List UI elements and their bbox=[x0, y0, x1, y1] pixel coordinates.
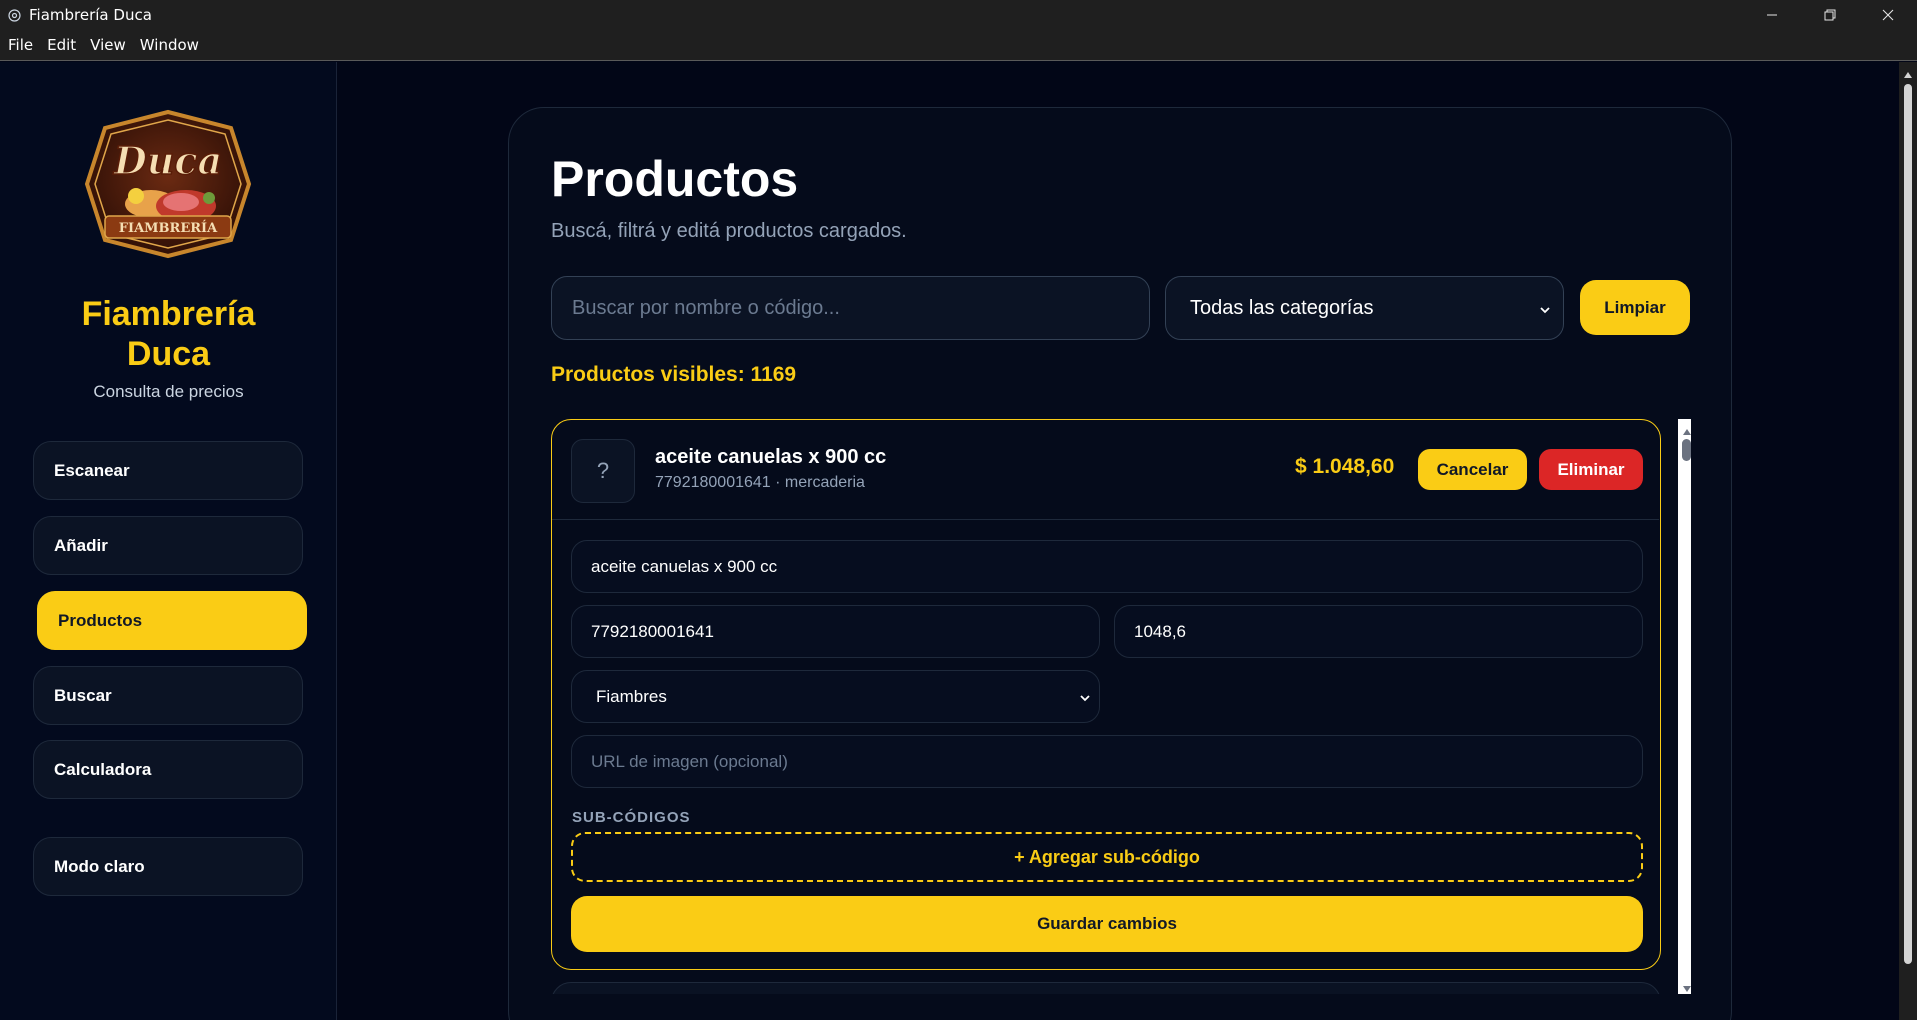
main-area: Productos Buscá, filtrá y editá producto… bbox=[338, 62, 1899, 1020]
product-list: ? aceite canuelas x 900 cc 7792180001641… bbox=[551, 419, 1691, 994]
title-bar: Fiambrería Duca bbox=[0, 0, 1917, 30]
page-title: Productos bbox=[551, 151, 799, 207]
scroll-down-icon[interactable] bbox=[1682, 980, 1691, 994]
name-field[interactable]: aceite canuelas x 900 cc bbox=[571, 540, 1643, 593]
menu-edit[interactable]: Edit bbox=[41, 36, 82, 54]
list-item[interactable] bbox=[551, 982, 1661, 994]
sidebar-item-label: Escanear bbox=[54, 460, 130, 480]
menu-file[interactable]: File bbox=[2, 36, 39, 54]
visible-count: Productos visibles: 1169 bbox=[551, 363, 797, 386]
svg-text:Duca: Duca bbox=[113, 138, 222, 183]
menu-view[interactable]: View bbox=[84, 36, 132, 54]
brand-logo: FIAMBRERÍA Duca bbox=[81, 108, 255, 260]
brand-name-line2: Duca bbox=[126, 335, 211, 373]
brand-subtitle: Consulta de precios bbox=[93, 382, 244, 401]
window-title: Fiambrería Duca bbox=[29, 6, 152, 24]
subcodes-label: SUB-CÓDIGOS bbox=[572, 809, 691, 826]
sidebar-item-label: Productos bbox=[58, 610, 143, 630]
delete-button[interactable]: Eliminar bbox=[1539, 449, 1643, 490]
add-subcode-button[interactable]: + Agregar sub-código bbox=[571, 832, 1643, 882]
product-price: $ 1.048,60 bbox=[1295, 455, 1395, 478]
category-select-value: Todas las categorías bbox=[1190, 296, 1374, 319]
sidebar-item-anadir[interactable]: Añadir bbox=[33, 516, 303, 575]
product-card-editing: ? aceite canuelas x 900 cc 7792180001641… bbox=[551, 419, 1661, 970]
scroll-up-icon[interactable] bbox=[1903, 66, 1913, 84]
window-scrollbar-thumb[interactable] bbox=[1904, 84, 1912, 964]
brand-name: Fiambrería Duca bbox=[0, 294, 337, 374]
page-subtitle: Buscá, filtrá y editá productos cargados… bbox=[551, 220, 907, 242]
product-name: aceite canuelas x 900 cc bbox=[655, 446, 887, 468]
sidebar-item-label: Buscar bbox=[54, 685, 112, 705]
sidebar-item-label: Añadir bbox=[54, 535, 108, 555]
menu-window[interactable]: Window bbox=[134, 36, 205, 54]
image-url-field[interactable]: URL de imagen (opcional) bbox=[571, 735, 1643, 788]
product-header: ? aceite canuelas x 900 cc 7792180001641… bbox=[552, 420, 1659, 520]
price-field[interactable]: 1048,6 bbox=[1114, 605, 1643, 658]
category-field-value: Fiambres bbox=[596, 686, 667, 706]
sidebar-item-buscar[interactable]: Buscar bbox=[33, 666, 303, 725]
category-field[interactable]: Fiambres bbox=[571, 670, 1100, 723]
close-icon[interactable] bbox=[1859, 0, 1917, 30]
sidebar-item-label: Modo claro bbox=[54, 856, 145, 876]
sidebar-item-productos[interactable]: Productos bbox=[37, 591, 307, 650]
sidebar-item-label: Calculadora bbox=[54, 759, 152, 779]
window-scrollbar[interactable] bbox=[1899, 62, 1917, 1020]
chevron-down-icon bbox=[1539, 299, 1551, 322]
products-card: Productos Buscá, filtrá y editá producto… bbox=[508, 107, 1732, 1020]
svg-text:FIAMBRERÍA: FIAMBRERÍA bbox=[119, 220, 218, 236]
search-input[interactable] bbox=[551, 276, 1150, 340]
category-select[interactable]: Todas las categorías bbox=[1165, 276, 1564, 340]
sidebar-item-escanear[interactable]: Escanear bbox=[33, 441, 303, 500]
minimize-icon[interactable] bbox=[1743, 0, 1801, 30]
menu-bar: File Edit View Window bbox=[0, 30, 1917, 61]
save-button[interactable]: Guardar cambios bbox=[571, 896, 1643, 952]
theme-toggle-button[interactable]: Modo claro bbox=[33, 837, 303, 896]
sidebar-item-calculadora[interactable]: Calculadora bbox=[33, 740, 303, 799]
restore-icon[interactable] bbox=[1801, 0, 1859, 30]
product-thumbnail: ? bbox=[571, 439, 635, 503]
chevron-down-icon bbox=[1079, 689, 1091, 709]
product-meta: 7792180001641 · mercaderia bbox=[655, 474, 865, 491]
app-icon bbox=[7, 8, 21, 22]
sidebar: FIAMBRERÍA Duca Fiambrería Duca Consulta… bbox=[0, 62, 337, 1020]
clear-button[interactable]: Limpiar bbox=[1580, 280, 1690, 335]
brand-name-line1: Fiambrería bbox=[81, 295, 256, 333]
list-scrollbar[interactable] bbox=[1678, 419, 1691, 994]
cancel-button[interactable]: Cancelar bbox=[1418, 449, 1527, 490]
list-scrollbar-thumb[interactable] bbox=[1682, 439, 1691, 461]
code-field[interactable]: 7792180001641 bbox=[571, 605, 1100, 658]
